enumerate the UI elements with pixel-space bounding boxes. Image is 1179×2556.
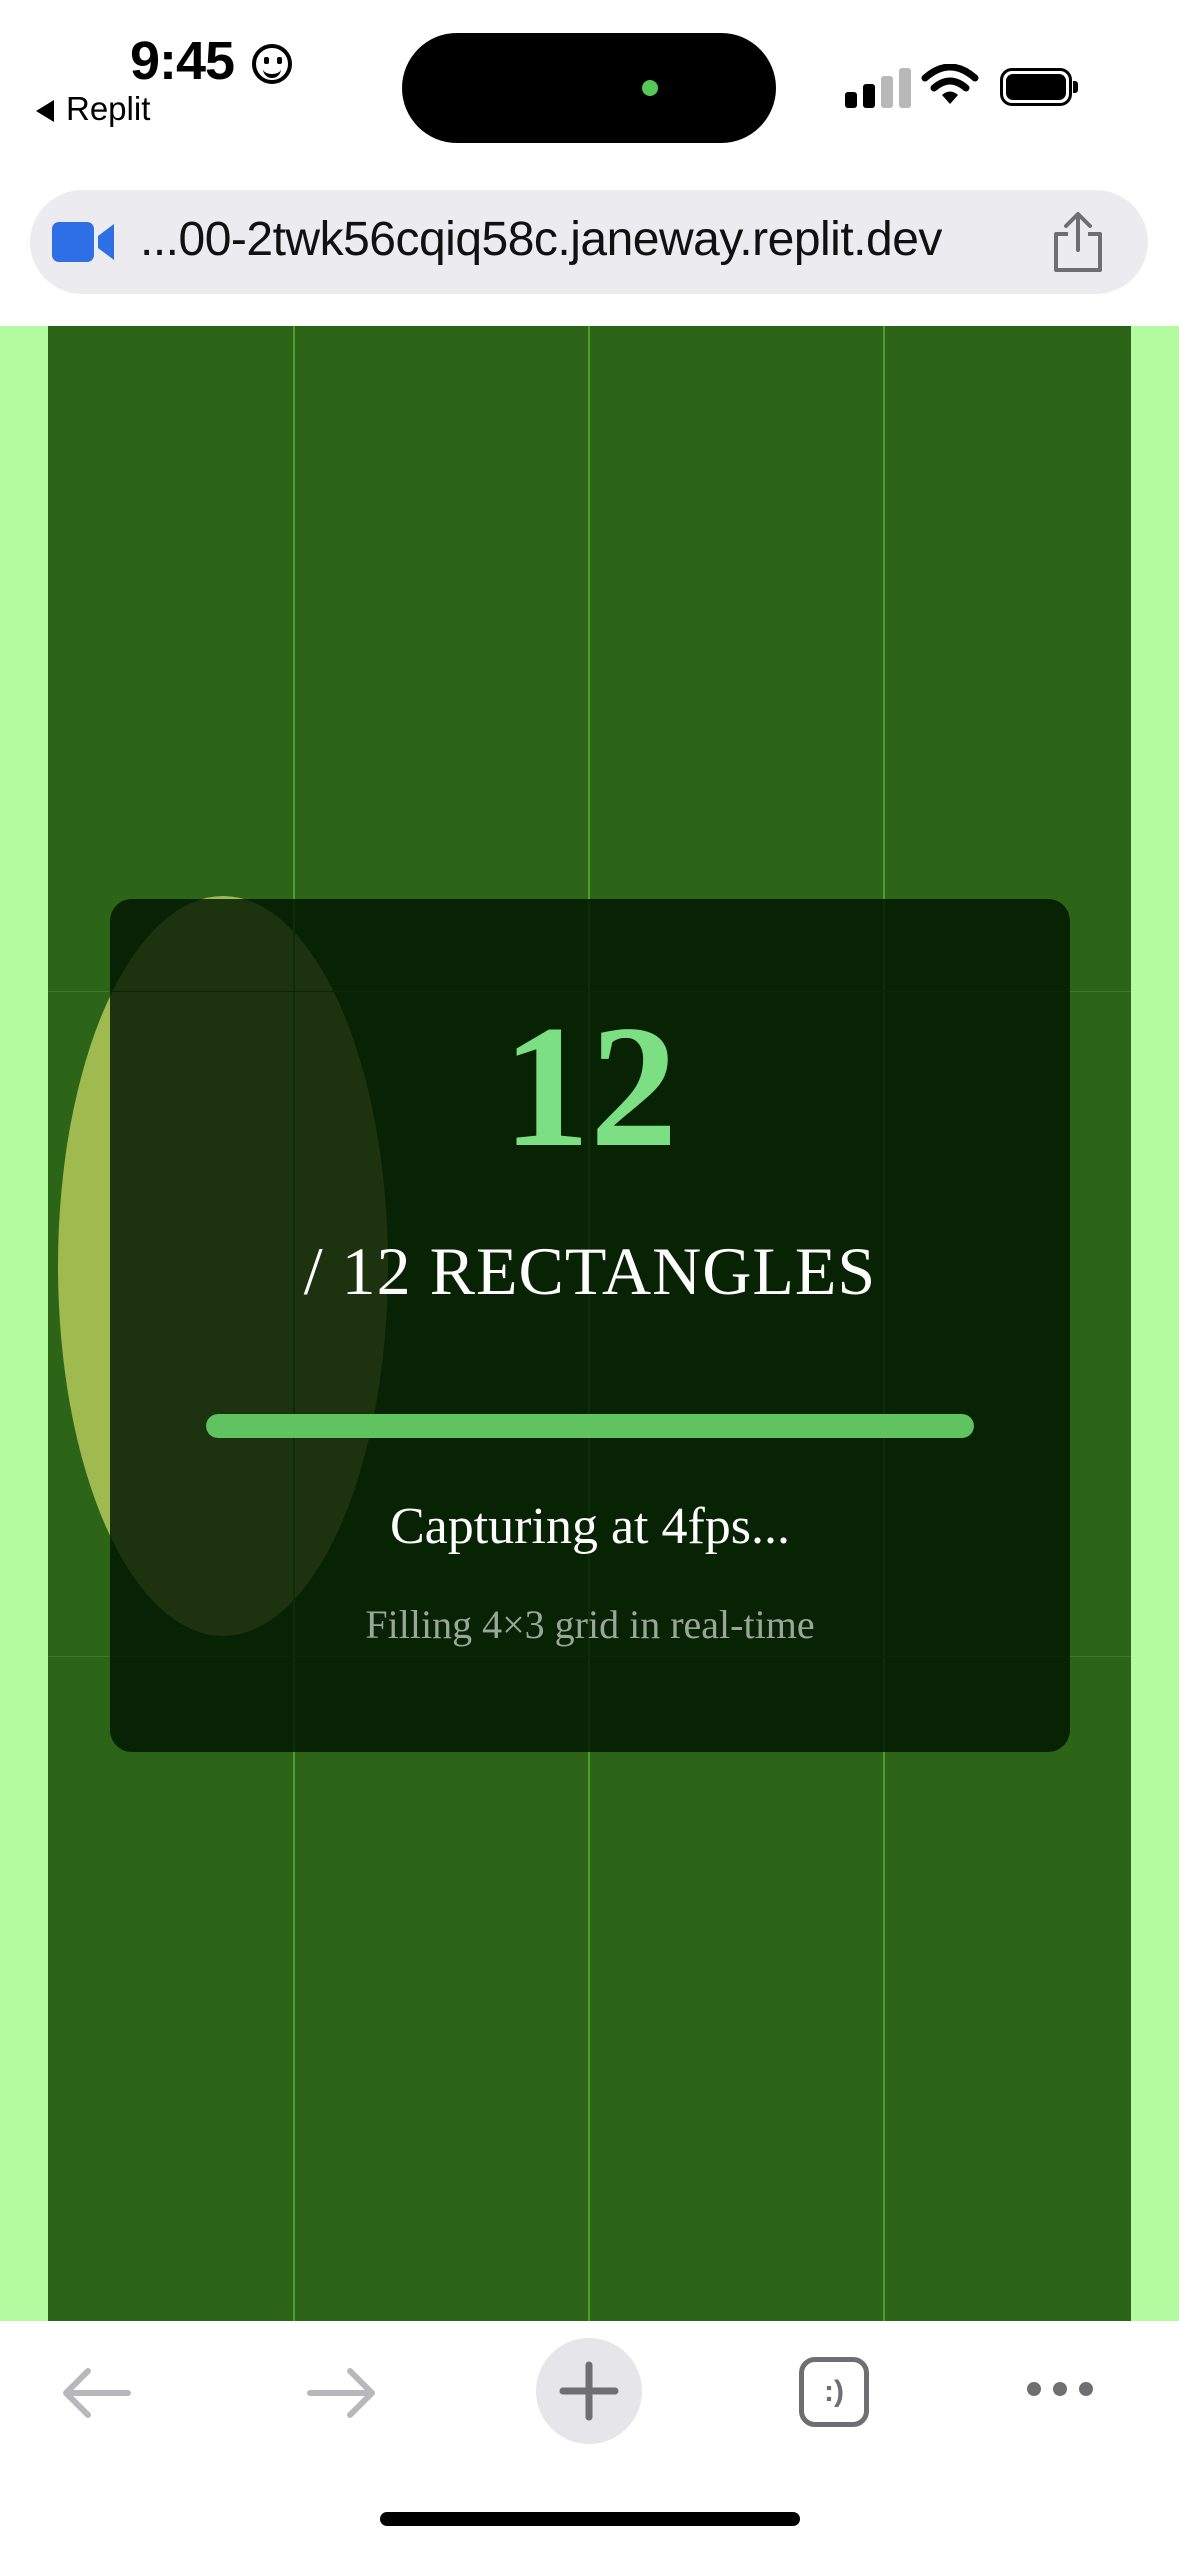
capture-detail-text: Filling 4×3 grid in real-time [365, 1602, 815, 1647]
capture-status-text: Capturing at 4fps... [389, 1498, 791, 1555]
share-icon[interactable] [1048, 210, 1108, 274]
back-to-app-link[interactable]: Replit [36, 90, 150, 128]
web-page: 12 / 12 RECTANGLES Capturing at 4fps... … [0, 326, 1179, 2321]
back-app-label: Replit [66, 90, 151, 127]
back-arrow-icon[interactable] [58, 2363, 134, 2423]
battery-icon [1000, 68, 1078, 106]
rectangle-count: 12 [502, 989, 678, 1183]
back-triangle-icon [36, 100, 54, 123]
url-text[interactable]: ...00-2twk56cqiq58c.janeway.replit.dev [140, 212, 942, 267]
progress-fill [206, 1414, 974, 1438]
dynamic-island [402, 33, 776, 143]
wifi-icon [921, 64, 979, 104]
plus-icon [559, 2361, 619, 2421]
clock: 9:45 [130, 31, 235, 91]
progress-bar [206, 1414, 974, 1438]
rectangle-total-label: / 12 RECTANGLES [303, 1233, 877, 1309]
home-indicator [380, 2512, 800, 2526]
tabs-icon[interactable]: :) [799, 2357, 869, 2427]
status-bar: 9:45 Replit [0, 0, 1179, 190]
focus-face-icon [252, 44, 292, 84]
more-icon[interactable] [1024, 2377, 1096, 2401]
address-bar[interactable]: ...00-2twk56cqiq58c.janeway.replit.dev [30, 190, 1148, 294]
camera-indicator-dot [642, 80, 658, 96]
capture-status-card: 12 / 12 RECTANGLES Capturing at 4fps... … [110, 899, 1070, 1752]
new-tab-button[interactable] [536, 2338, 642, 2444]
forward-arrow-icon[interactable] [304, 2363, 380, 2423]
video-camera-icon [52, 222, 114, 262]
cellular-signal-icon [845, 68, 925, 108]
